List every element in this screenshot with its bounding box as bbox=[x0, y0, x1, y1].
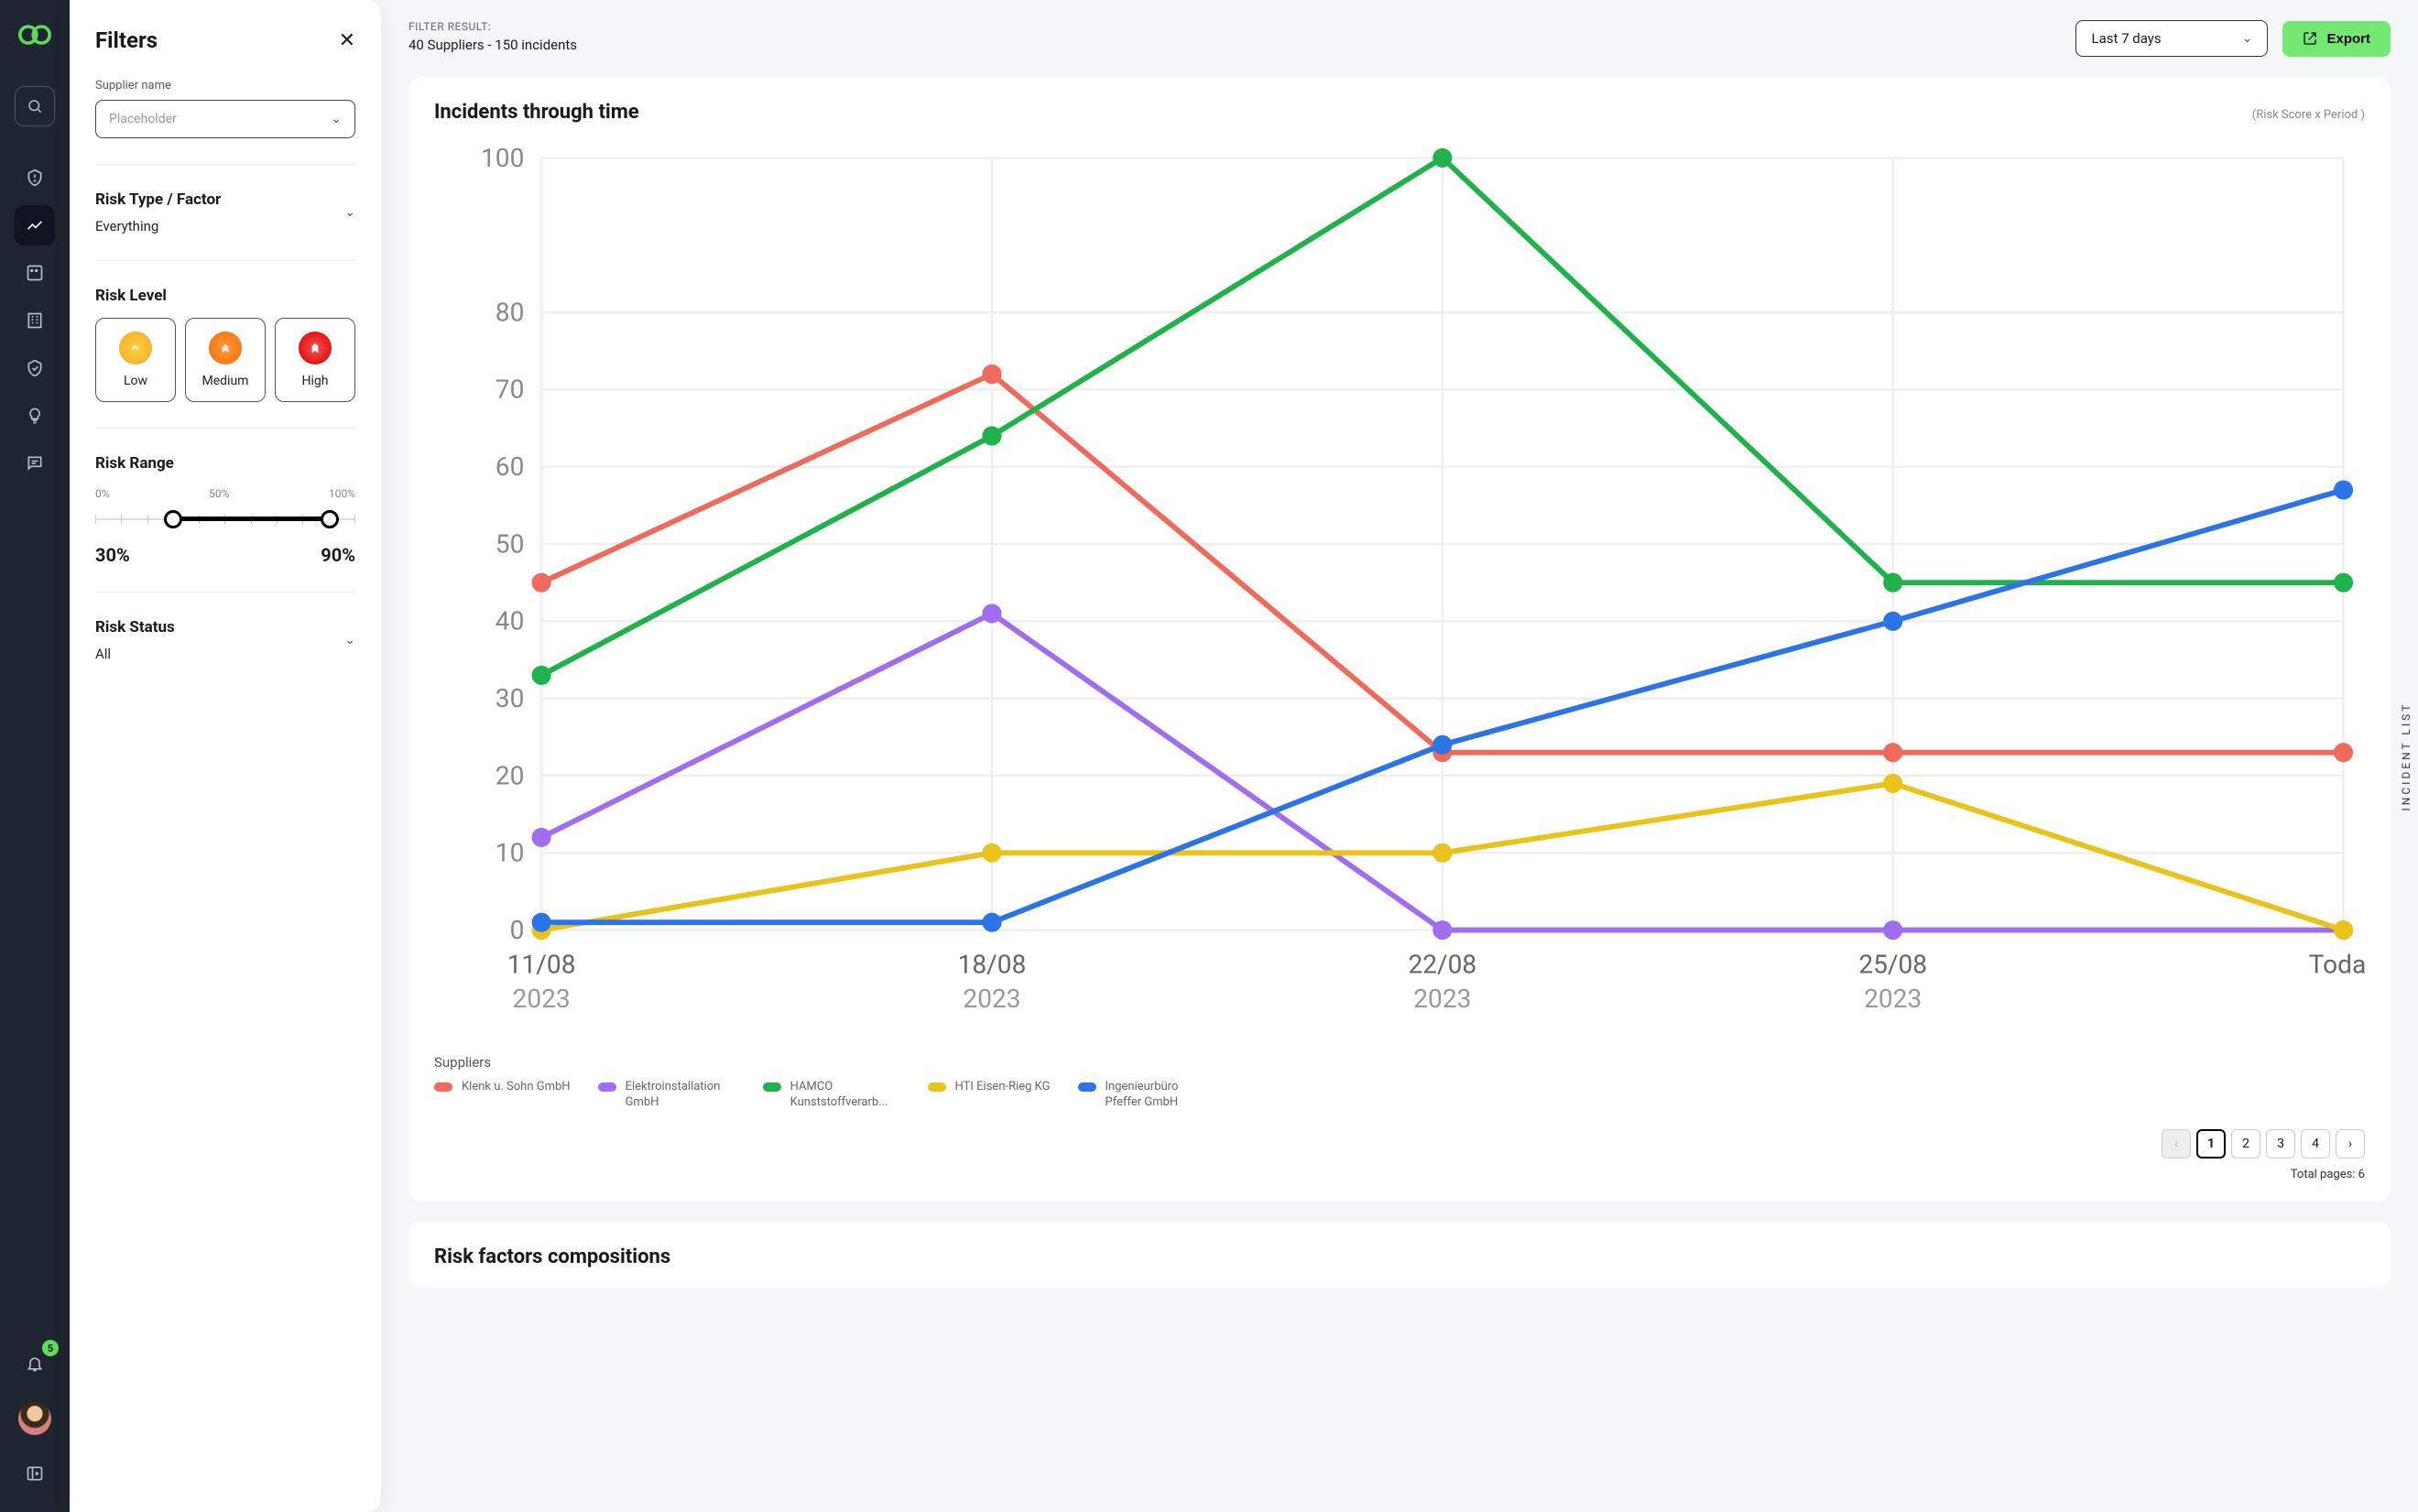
shield-alert-icon[interactable] bbox=[15, 158, 55, 198]
legend-title: Suppliers bbox=[434, 1054, 2365, 1071]
risk-type-title: Risk Type / Factor bbox=[95, 190, 221, 209]
risk-level-high[interactable]: High bbox=[275, 318, 355, 402]
svg-text:80: 80 bbox=[496, 297, 525, 327]
close-icon[interactable]: ✕ bbox=[339, 29, 355, 52]
svg-text:18/08: 18/08 bbox=[958, 949, 1027, 979]
incident-list-tab[interactable]: INCIDENT LIST bbox=[2394, 692, 2418, 820]
range-scale-mid: 50% bbox=[209, 487, 229, 500]
chart-note: (Risk Score x Period ) bbox=[2252, 108, 2365, 122]
svg-text:60: 60 bbox=[496, 451, 525, 482]
avatar[interactable] bbox=[18, 1402, 51, 1435]
svg-text:70: 70 bbox=[496, 375, 525, 405]
export-label: Export bbox=[2326, 31, 2370, 47]
main-content: FILTER RESULT: 40 Suppliers - 150 incide… bbox=[381, 0, 2418, 1512]
chevron-down-icon: ⌄ bbox=[331, 112, 342, 126]
chevron-down-icon: ⌄ bbox=[2242, 31, 2253, 46]
page-3[interactable]: 3 bbox=[2266, 1129, 2295, 1158]
chevron-down-icon: ⌄ bbox=[344, 633, 355, 647]
filters-title: Filters bbox=[95, 27, 158, 53]
svg-text:40: 40 bbox=[496, 606, 525, 636]
supplier-name-placeholder: Placeholder bbox=[109, 112, 177, 126]
risk-range-title: Risk Range bbox=[95, 454, 355, 473]
svg-text:11/08: 11/08 bbox=[507, 949, 576, 979]
legend-item[interactable]: HAMCO Kunststoffverarb... bbox=[763, 1080, 900, 1111]
page-next[interactable]: › bbox=[2336, 1129, 2365, 1158]
risk-factors-card: Risk factors compositions bbox=[408, 1222, 2391, 1289]
total-pages: Total pages: 6 bbox=[434, 1168, 2365, 1181]
logo bbox=[18, 18, 51, 51]
legend-item[interactable]: Klenk u. Sohn GmbH bbox=[434, 1080, 571, 1111]
svg-text:2023: 2023 bbox=[963, 984, 1020, 1014]
grid-icon[interactable] bbox=[15, 253, 55, 293]
svg-text:2023: 2023 bbox=[1413, 984, 1471, 1014]
filters-panel: Filters ✕ Supplier name Placeholder ⌄ Ri… bbox=[70, 0, 381, 1512]
page-prev[interactable]: ‹ bbox=[2162, 1129, 2191, 1158]
export-button[interactable]: Export bbox=[2282, 21, 2391, 57]
risk-level-low[interactable]: Low bbox=[95, 318, 176, 402]
legend-item[interactable]: Ingenieurbüro Pfeffer GmbH bbox=[1078, 1080, 1215, 1111]
level-med-icon bbox=[209, 332, 242, 364]
line-chart: 0 10 20 30 40 50 60 70 80 100 11/08 2023 18/08 2023 22… bbox=[434, 136, 2365, 1038]
risk-status-title: Risk Status bbox=[95, 618, 175, 636]
chart-title: Incidents through time bbox=[434, 101, 639, 124]
notification-icon[interactable]: 5 bbox=[15, 1343, 55, 1384]
level-high-icon bbox=[299, 332, 332, 364]
risk-level-title: Risk Level bbox=[95, 287, 355, 305]
range-handle-low[interactable] bbox=[164, 510, 182, 528]
level-low-icon bbox=[119, 332, 152, 364]
export-icon bbox=[2303, 31, 2317, 46]
svg-text:50: 50 bbox=[496, 528, 525, 559]
chat-icon[interactable] bbox=[15, 443, 55, 484]
svg-text:0: 0 bbox=[510, 915, 525, 945]
chevron-down-icon: ⌄ bbox=[344, 205, 355, 220]
svg-text:30: 30 bbox=[496, 683, 525, 713]
range-scale-max: 100% bbox=[329, 487, 355, 500]
notification-badge: 5 bbox=[42, 1340, 59, 1356]
lightbulb-icon[interactable] bbox=[15, 396, 55, 436]
page-2[interactable]: 2 bbox=[2231, 1129, 2260, 1158]
range-handle-high[interactable] bbox=[321, 510, 339, 528]
legend-item[interactable]: HTI Eisen-Rieg KG bbox=[928, 1080, 1051, 1111]
level-med-label: Medium bbox=[202, 374, 249, 388]
nav-rail: 5 bbox=[0, 0, 70, 1512]
shield-check-icon[interactable] bbox=[15, 348, 55, 388]
risk-level-medium[interactable]: Medium bbox=[185, 318, 266, 402]
filter-result-label: FILTER RESULT: bbox=[408, 20, 577, 33]
svg-text:25/08: 25/08 bbox=[1858, 949, 1927, 979]
filter-result-text: 40 Suppliers - 150 incidents bbox=[408, 37, 577, 53]
svg-text:2023: 2023 bbox=[513, 984, 571, 1014]
svg-text:Today: Today bbox=[2309, 949, 2365, 979]
search-icon[interactable] bbox=[15, 86, 55, 126]
risk-type-section[interactable]: Risk Type / Factor Everything ⌄ bbox=[95, 190, 355, 234]
level-high-label: High bbox=[302, 374, 329, 388]
building-icon[interactable] bbox=[15, 300, 55, 341]
supplier-name-select[interactable]: Placeholder ⌄ bbox=[95, 100, 355, 138]
range-value-low: 30% bbox=[95, 544, 130, 566]
range-scale-min: 0% bbox=[95, 487, 110, 500]
panel-expand-icon[interactable] bbox=[15, 1453, 55, 1494]
page-1[interactable]: 1 bbox=[2196, 1129, 2226, 1158]
page-4[interactable]: 4 bbox=[2301, 1129, 2330, 1158]
range-value-high: 90% bbox=[321, 544, 355, 566]
period-value: Last 7 days bbox=[2091, 30, 2161, 47]
analytics-icon[interactable] bbox=[15, 205, 55, 245]
svg-text:100: 100 bbox=[481, 143, 524, 173]
risk-status-value: All bbox=[95, 646, 175, 662]
supplier-name-label: Supplier name bbox=[95, 79, 355, 92]
risk-status-section[interactable]: Risk Status All ⌄ bbox=[95, 618, 355, 662]
svg-text:10: 10 bbox=[496, 838, 525, 868]
risk-factors-title: Risk factors compositions bbox=[434, 1245, 2365, 1268]
range-slider[interactable] bbox=[95, 506, 355, 533]
level-low-label: Low bbox=[124, 374, 147, 388]
legend-item[interactable]: Elektroinstallation GmbH bbox=[598, 1080, 735, 1111]
svg-text:22/08: 22/08 bbox=[1408, 949, 1476, 979]
svg-text:2023: 2023 bbox=[1864, 984, 1922, 1014]
period-select[interactable]: Last 7 days ⌄ bbox=[2075, 20, 2268, 57]
incidents-chart-card: Incidents through time (Risk Score x Per… bbox=[408, 77, 2391, 1202]
risk-type-value: Everything bbox=[95, 218, 221, 234]
svg-text:20: 20 bbox=[496, 760, 525, 790]
